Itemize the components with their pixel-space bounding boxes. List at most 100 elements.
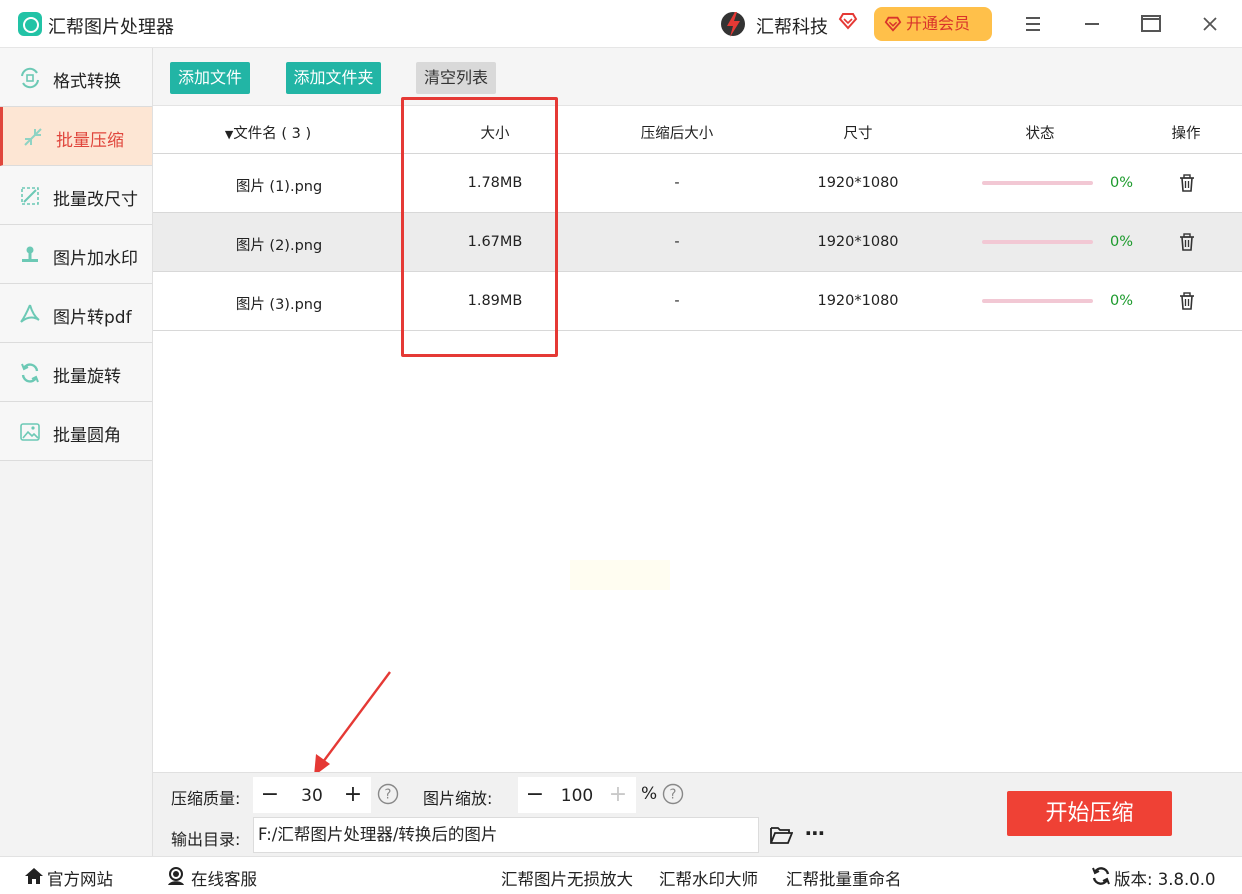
official-website-link[interactable]: 官方网站	[47, 866, 113, 890]
more-options-icon[interactable]: ⋯	[805, 823, 829, 847]
progress-bar	[982, 240, 1093, 244]
sidebar-item-batch-compress[interactable]: 批量压缩	[0, 107, 152, 166]
clear-list-button[interactable]: 清空列表	[416, 62, 496, 94]
column-header-action: 操作	[1171, 126, 1201, 142]
compressed-size: -	[674, 293, 680, 309]
open-vip-button[interactable]: 开通会员	[874, 7, 992, 41]
table-row[interactable]: 图片 (3).png 1.89MB - 1920*1080 0%	[153, 272, 1242, 331]
open-folder-icon[interactable]	[769, 824, 793, 846]
round-corner-icon	[20, 423, 40, 441]
scale-stepper[interactable]: − 100 +	[518, 777, 636, 813]
sidebar: 格式转换 批量压缩 批量改尺寸 图片加水印 图片转pdf 批量旋转 批量圆角	[0, 48, 153, 856]
brand-logo-icon	[721, 12, 745, 37]
scale-label: 图片缩放:	[423, 789, 493, 808]
refresh-icon[interactable]	[1090, 865, 1112, 887]
pdf-icon	[20, 304, 40, 323]
watermark-icon	[22, 246, 38, 262]
quality-help-icon[interactable]: ?	[377, 783, 399, 805]
toolbar: 添加文件 添加文件夹 清空列表	[153, 48, 1242, 106]
resize-icon	[21, 187, 39, 205]
annotation-arrow-icon	[314, 671, 391, 776]
column-header-compressed-size: 压缩后大小	[640, 126, 714, 142]
file-name: 图片 (1).png	[235, 179, 323, 195]
compress-icon	[24, 128, 42, 146]
image-dimensions: 1920*1080	[817, 234, 899, 250]
status-percent: 0%	[1110, 175, 1134, 191]
scale-decrease-button[interactable]: −	[520, 777, 550, 813]
svg-text:?: ?	[385, 788, 392, 803]
file-name: 图片 (3).png	[235, 297, 323, 313]
scale-unit: %	[641, 784, 658, 804]
image-dimensions: 1920*1080	[817, 175, 899, 191]
home-icon	[25, 868, 43, 884]
file-table-header: ▼文件名 ( 3 ) 大小 压缩后大小 尺寸 状态 操作	[153, 107, 1242, 154]
batch-rename-link[interactable]: 汇帮批量重命名	[786, 866, 902, 890]
svg-text:?: ?	[670, 788, 677, 803]
status-percent: 0%	[1110, 293, 1134, 309]
progress-bar	[982, 181, 1093, 185]
scale-help-icon[interactable]: ?	[662, 783, 684, 805]
delete-trash-icon[interactable]	[1177, 291, 1197, 311]
sidebar-item-resize[interactable]: 批量改尺寸	[0, 166, 152, 225]
table-row[interactable]: 图片 (1).png 1.78MB - 1920*1080 0%	[153, 154, 1242, 213]
quality-stepper[interactable]: − 30 +	[253, 777, 371, 813]
watermark-master-link[interactable]: 汇帮水印大师	[659, 866, 758, 890]
scale-increase-button[interactable]: +	[603, 777, 633, 813]
title-bar: 汇帮图片处理器 汇帮科技 开通会员	[0, 0, 1242, 48]
column-header-name[interactable]: ▼文件名 ( 3 )	[225, 122, 311, 143]
lossless-enlarge-link[interactable]: 汇帮图片无损放大	[501, 866, 633, 890]
table-row[interactable]: 图片 (2).png 1.67MB - 1920*1080 0%	[153, 213, 1242, 272]
quality-value[interactable]: 30	[301, 786, 323, 806]
sidebar-item-watermark[interactable]: 图片加水印	[0, 225, 152, 284]
compress-settings-panel: 压缩质量: − 30 + ? 图片缩放: − 100 + % ? 输出目录: F…	[153, 772, 1242, 856]
vip-button-label: 开通会员	[906, 14, 971, 33]
quality-label: 压缩质量:	[171, 789, 241, 808]
sidebar-item-to-pdf[interactable]: 图片转pdf	[0, 284, 152, 343]
scale-value[interactable]: 100	[561, 786, 593, 806]
status-bar: 官方网站 在线客服 汇帮图片无损放大 汇帮水印大师 汇帮批量重命名 版本: 3.…	[0, 856, 1242, 894]
vip-diamond-icon	[884, 16, 902, 32]
sidebar-item-format-convert[interactable]: 格式转换	[0, 48, 152, 107]
watermark-overlay	[570, 560, 670, 590]
highlight-annotation-box	[401, 97, 558, 357]
output-dir-label: 输出目录:	[171, 830, 241, 849]
start-compress-button[interactable]: 开始压缩	[1007, 791, 1172, 836]
add-file-button[interactable]: 添加文件	[170, 62, 250, 94]
sidebar-item-label: 批量旋转	[53, 367, 121, 387]
sidebar-item-label: 批量改尺寸	[53, 190, 138, 210]
sidebar-item-label: 图片加水印	[53, 249, 138, 269]
sidebar-item-label: 批量圆角	[53, 426, 121, 446]
online-support-link[interactable]: 在线客服	[191, 866, 257, 890]
delete-trash-icon[interactable]	[1177, 173, 1197, 193]
minimize-icon[interactable]	[1077, 10, 1107, 38]
vip-heart-icon	[838, 13, 858, 30]
status-percent: 0%	[1110, 234, 1134, 250]
output-path-field[interactable]: F:/汇帮图片处理器/转换后的图片	[253, 817, 759, 853]
brand-name: 汇帮科技	[756, 17, 828, 38]
add-folder-button[interactable]: 添加文件夹	[286, 62, 381, 94]
delete-trash-icon[interactable]	[1177, 232, 1197, 252]
sidebar-item-label: 批量压缩	[56, 131, 124, 151]
app-title: 汇帮图片处理器	[48, 17, 174, 38]
quality-increase-button[interactable]: +	[338, 777, 368, 813]
close-icon[interactable]	[1195, 10, 1225, 38]
rotate-icon	[21, 363, 39, 383]
column-header-status: 状态	[1025, 126, 1055, 142]
maximize-icon[interactable]	[1136, 10, 1166, 38]
menu-icon[interactable]	[1018, 10, 1048, 38]
sidebar-item-label: 图片转pdf	[53, 308, 132, 328]
version-label: 版本: 3.8.0.0	[1114, 870, 1216, 889]
compressed-size: -	[674, 175, 680, 191]
customer-service-icon	[168, 867, 184, 885]
format-convert-icon	[21, 67, 39, 89]
quality-decrease-button[interactable]: −	[255, 777, 285, 813]
column-header-dimensions: 尺寸	[843, 126, 873, 142]
compressed-size: -	[674, 234, 680, 250]
file-name: 图片 (2).png	[235, 238, 323, 254]
sidebar-item-label: 格式转换	[53, 72, 121, 92]
sidebar-item-rotate[interactable]: 批量旋转	[0, 343, 152, 402]
progress-bar	[982, 299, 1093, 303]
app-logo-icon	[18, 12, 42, 36]
sidebar-item-round-corner[interactable]: 批量圆角	[0, 402, 152, 461]
image-dimensions: 1920*1080	[817, 293, 899, 309]
